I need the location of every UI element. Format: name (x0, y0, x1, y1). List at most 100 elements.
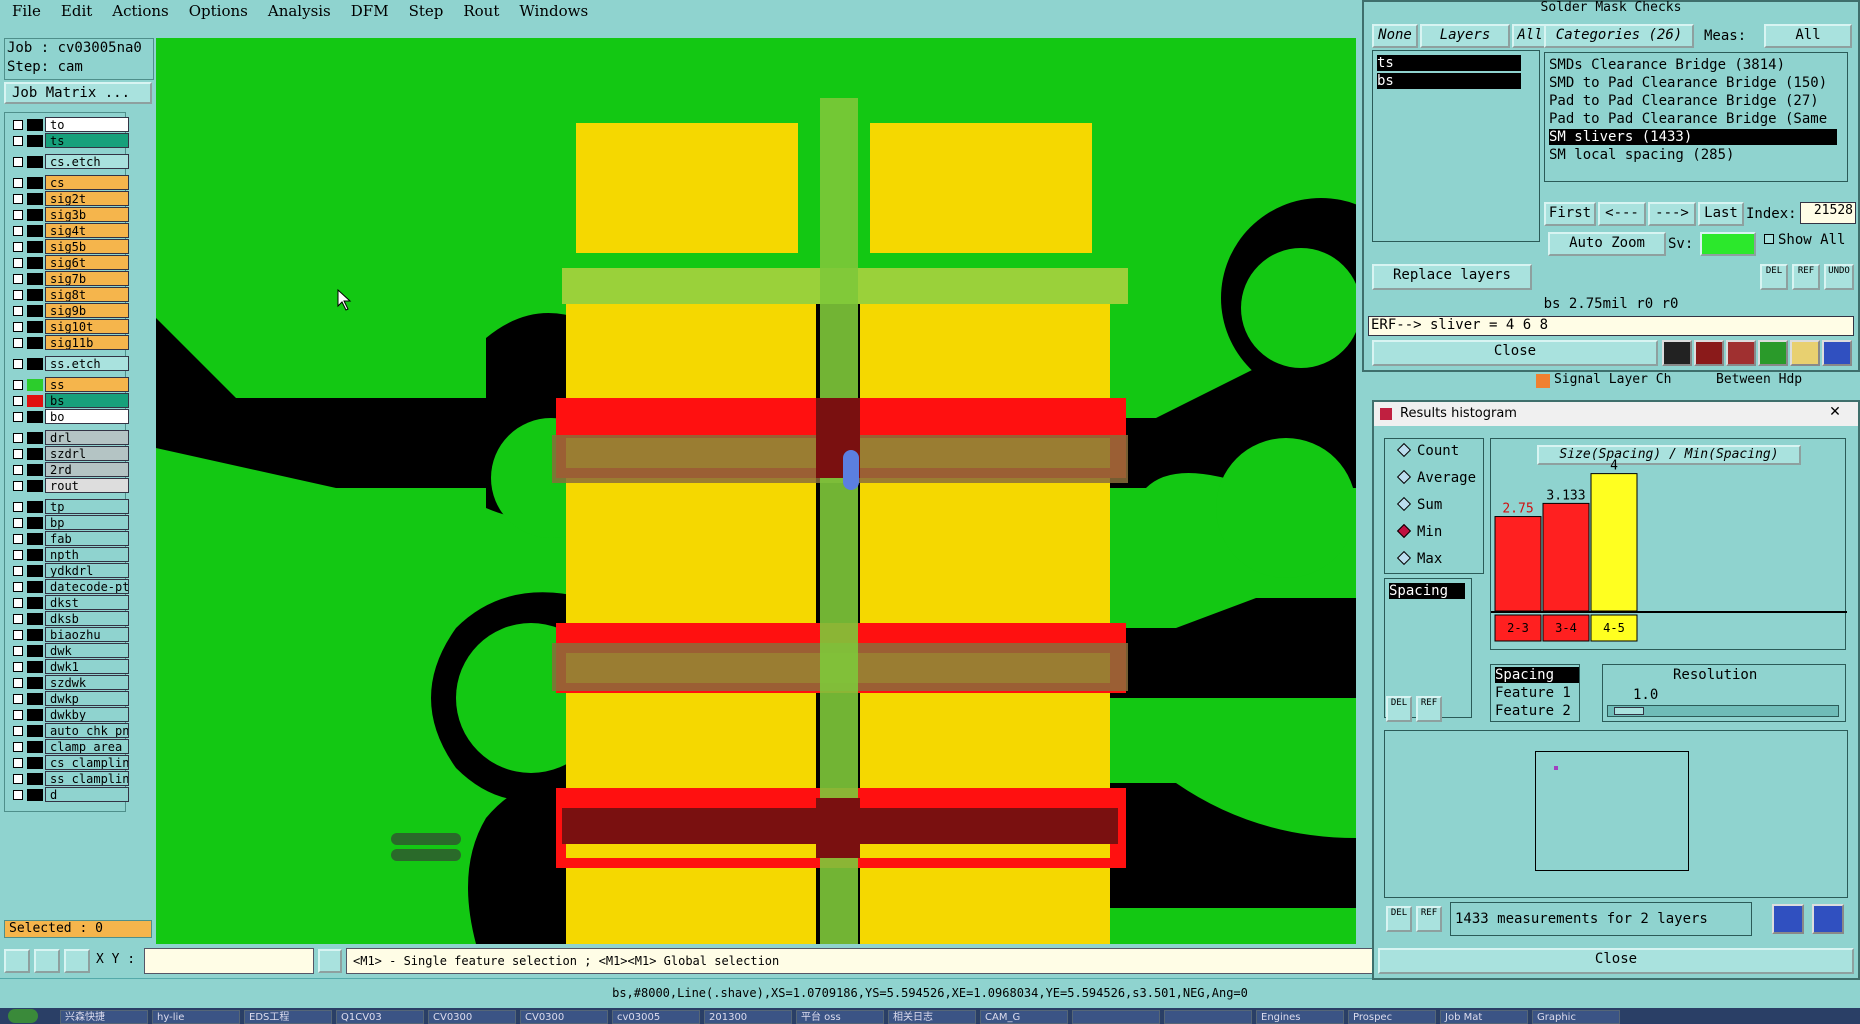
layer-checkbox[interactable] (13, 120, 23, 130)
taskbar-item[interactable]: CAM_G (980, 1010, 1068, 1024)
layer-row-dwkp[interactable]: dwkp (7, 691, 129, 706)
layer-name[interactable]: dwk1 (45, 659, 129, 674)
layer-checkbox[interactable] (13, 774, 23, 784)
graph-icon[interactable] (1662, 340, 1692, 366)
layer-row-sig4t[interactable]: sig4t (7, 223, 129, 238)
layer-color-swatch[interactable] (27, 581, 43, 593)
menu-rout[interactable]: Rout (451, 0, 507, 20)
layer-color-swatch[interactable] (27, 480, 43, 492)
layer-checkbox[interactable] (13, 290, 23, 300)
layer-name[interactable]: sig8t (45, 287, 129, 302)
layer-checkbox[interactable] (13, 534, 23, 544)
ref-button[interactable]: REF (1416, 696, 1442, 722)
layer-checkbox[interactable] (13, 306, 23, 316)
del-button[interactable]: DEL (1760, 264, 1788, 290)
menu-actions[interactable]: Actions (100, 0, 176, 20)
close-button[interactable]: Close (1372, 340, 1658, 366)
report-icon[interactable] (1790, 340, 1820, 366)
layer-row-bp[interactable]: bp (7, 515, 129, 530)
measure-icon[interactable] (4, 949, 30, 973)
layer-checkbox[interactable] (13, 136, 23, 146)
layer-color-swatch[interactable] (27, 789, 43, 801)
chart-icon[interactable] (1772, 904, 1804, 934)
layer-checkbox[interactable] (13, 758, 23, 768)
layer-checkbox[interactable] (13, 449, 23, 459)
layer-row-to[interactable]: to (7, 117, 129, 132)
layer-checkbox[interactable] (13, 157, 23, 167)
layer-row-drl[interactable]: drl (7, 430, 129, 445)
taskbar-item[interactable]: CV0300 (428, 1010, 516, 1024)
layer-color-swatch[interactable] (27, 448, 43, 460)
taskbar-item[interactable]: 兴森快捷 (60, 1010, 148, 1024)
layer-name[interactable]: sig11b (45, 335, 129, 350)
layer-name[interactable]: cs (45, 175, 129, 190)
layer-color-swatch[interactable] (27, 693, 43, 705)
layer-name[interactable]: dkst (45, 595, 129, 610)
layer-item-ts[interactable]: ts (1377, 55, 1521, 71)
menu-options[interactable]: Options (177, 0, 256, 20)
layer-color-swatch[interactable] (27, 257, 43, 269)
layer-name[interactable]: rout (45, 478, 129, 493)
sv-color-select[interactable] (1700, 232, 1756, 256)
ref-button[interactable]: REF (1792, 264, 1820, 290)
layer-row-dwk[interactable]: dwk (7, 643, 129, 658)
field-item-spacing[interactable]: Spacing (1389, 583, 1465, 599)
taskbar-item[interactable]: Prospec (1348, 1010, 1436, 1024)
layer-row-cs-etch[interactable]: cs.etch (7, 154, 129, 169)
layer-row-sig10t[interactable]: sig10t (7, 319, 129, 334)
export-icon[interactable] (1812, 904, 1844, 934)
category-item[interactable]: SMD to Pad Clearance Bridge (150) (1549, 75, 1837, 91)
layer-checkbox[interactable] (13, 412, 23, 422)
layer-color-swatch[interactable] (27, 305, 43, 317)
layer-checkbox[interactable] (13, 550, 23, 560)
layer-checkbox[interactable] (13, 678, 23, 688)
layer-color-swatch[interactable] (27, 709, 43, 721)
layer-name[interactable]: cs.etch (45, 154, 129, 169)
layer-checkbox[interactable] (13, 726, 23, 736)
layer-name[interactable]: bp (45, 515, 129, 530)
layer-row-dkst[interactable]: dkst (7, 595, 129, 610)
layer-name[interactable]: sig10t (45, 319, 129, 334)
layer-checkbox[interactable] (13, 502, 23, 512)
layer-row-ts[interactable]: ts (7, 133, 129, 148)
layer-color-swatch[interactable] (27, 209, 43, 221)
layer-name[interactable]: biaozhu (45, 627, 129, 642)
layer-name[interactable]: sig2t (45, 191, 129, 206)
layer-checkbox[interactable] (13, 433, 23, 443)
layer-name[interactable]: datecode-pt (45, 579, 129, 594)
layer-name[interactable]: tp (45, 499, 129, 514)
layer-color-swatch[interactable] (27, 273, 43, 285)
layer-row-npth[interactable]: npth (7, 547, 129, 562)
layer-checkbox[interactable] (13, 210, 23, 220)
layer-row-sig7b[interactable]: sig7b (7, 271, 129, 286)
layer-color-swatch[interactable] (27, 395, 43, 407)
layer-color-swatch[interactable] (27, 533, 43, 545)
category-item[interactable]: SM slivers (1433) (1549, 129, 1837, 145)
layer-row-dwkby[interactable]: dwkby (7, 707, 129, 722)
first-button[interactable]: First (1544, 202, 1596, 226)
layer-color-swatch[interactable] (27, 177, 43, 189)
layer-row-biaozhu[interactable]: biaozhu (7, 627, 129, 642)
layer-name[interactable]: sig5b (45, 239, 129, 254)
index-input[interactable]: 21528 (1800, 202, 1856, 224)
layer-item-bs[interactable]: bs (1377, 73, 1521, 89)
layer-color-swatch[interactable] (27, 597, 43, 609)
layer-row-auto-chk-pn[interactable]: auto_chk_pn (7, 723, 129, 738)
close-x-icon[interactable]: ✕ (1820, 404, 1850, 424)
taskbar-item[interactable]: EDS工程 (244, 1010, 332, 1024)
taskbar-item[interactable]: Graphic (1532, 1010, 1620, 1024)
auto-zoom-select[interactable]: Auto Zoom (1548, 232, 1666, 256)
layer-checkbox[interactable] (13, 274, 23, 284)
histogram-bar[interactable] (1494, 516, 1542, 612)
ref-button-2[interactable]: REF (1416, 906, 1442, 932)
layer-checkbox[interactable] (13, 662, 23, 672)
menu-windows[interactable]: Windows (507, 0, 596, 20)
layer-row-dwk1[interactable]: dwk1 (7, 659, 129, 674)
layer-checkbox[interactable] (13, 646, 23, 656)
layer-row-sig5b[interactable]: sig5b (7, 239, 129, 254)
category-item[interactable]: SMDs Clearance Bridge (3814) (1549, 57, 1837, 73)
layer-color-swatch[interactable] (27, 193, 43, 205)
layer-color-swatch[interactable] (27, 432, 43, 444)
layer-color-swatch[interactable] (27, 411, 43, 423)
layer-name[interactable]: clamp_area (45, 739, 129, 754)
